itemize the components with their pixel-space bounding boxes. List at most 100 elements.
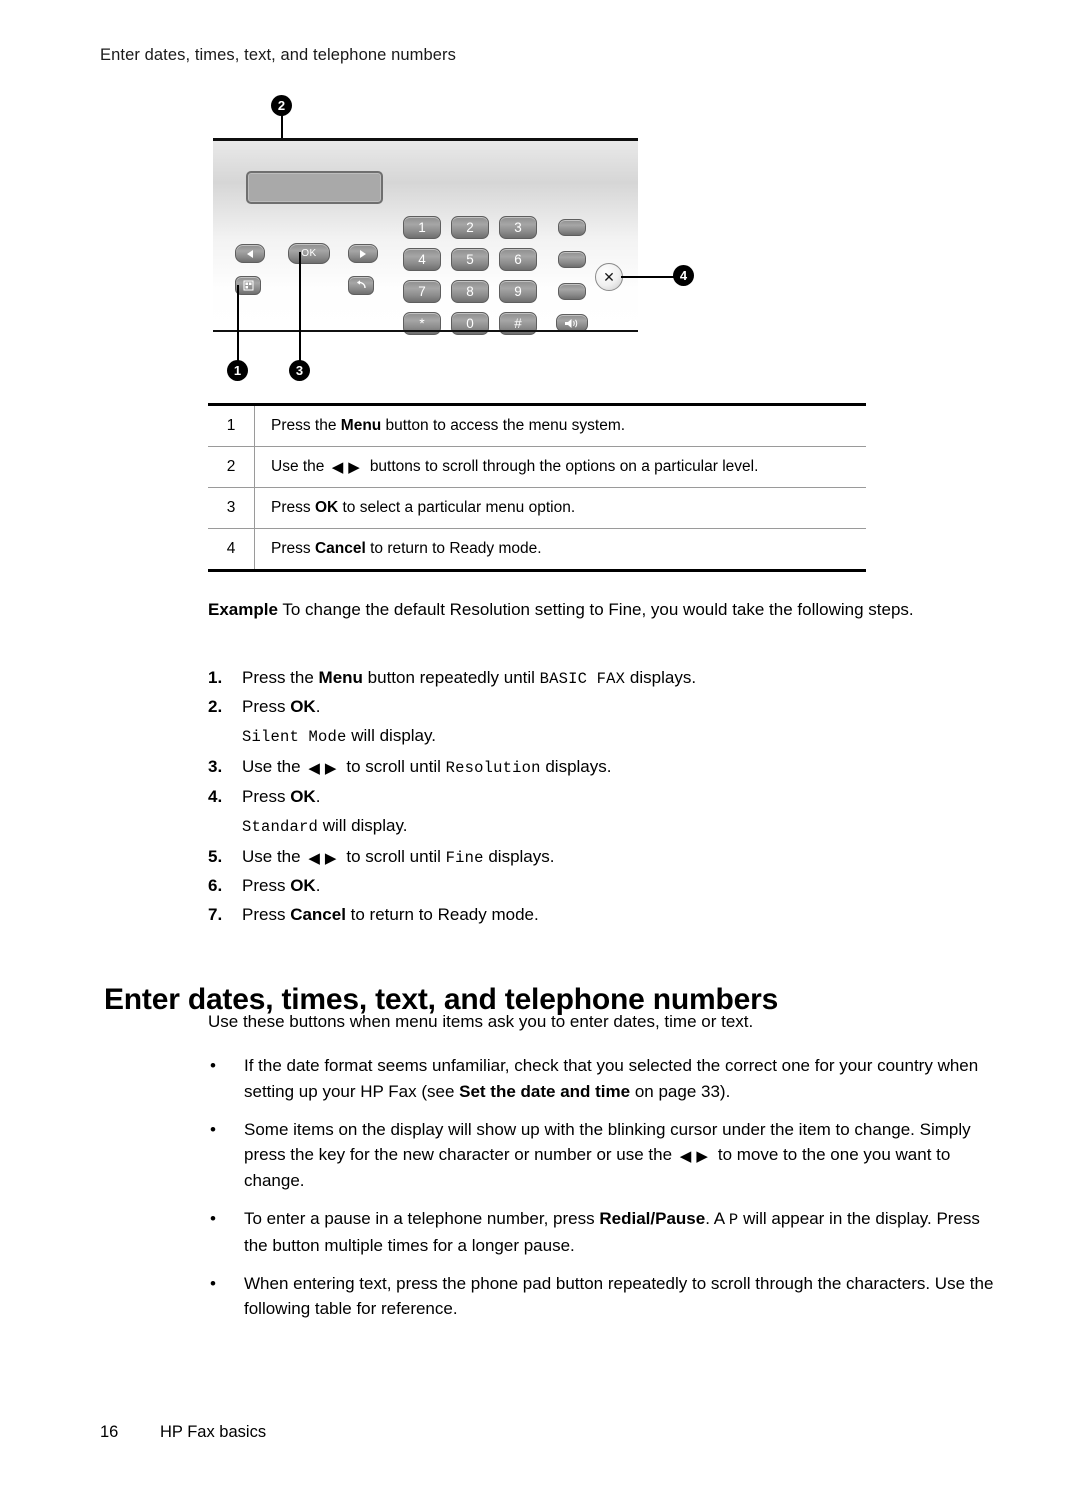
step-text: Use the ◀▶ to scroll until Resolution dis… bbox=[242, 755, 611, 779]
right-arrow-button[interactable] bbox=[348, 244, 378, 263]
keypad-key-1[interactable]: 1 bbox=[403, 216, 441, 239]
table-row: 2 Use the ◀▶ buttons to scroll through th… bbox=[208, 446, 867, 488]
example-text: To change the default Resolution setting… bbox=[277, 600, 914, 619]
control-panel-body: OK 1 2 3 4 5 6 7 8 9 * 0 # bbox=[213, 138, 638, 335]
function-button-1[interactable] bbox=[558, 219, 586, 236]
ok-button[interactable]: OK bbox=[288, 243, 330, 264]
step-number: 3. bbox=[208, 757, 223, 777]
example-paragraph: Example To change the default Resolution… bbox=[208, 598, 938, 622]
footer-section-name: HP Fax basics bbox=[160, 1423, 267, 1441]
row-description: Press the Menu button to access the menu… bbox=[255, 405, 867, 447]
row-description: Press OK to select a particular menu opt… bbox=[255, 488, 867, 529]
step-number: 6. bbox=[208, 875, 223, 895]
example-step: 4. Press OK. bbox=[208, 785, 938, 809]
row-index: 4 bbox=[208, 528, 255, 571]
function-button-3[interactable] bbox=[558, 283, 586, 300]
speaker-icon bbox=[565, 318, 578, 328]
arrow-pair-icon: ◀▶ bbox=[308, 760, 342, 778]
callout-4: 4 bbox=[673, 265, 694, 286]
emphasis-text: Cancel bbox=[290, 905, 346, 924]
emphasis-text: OK bbox=[290, 697, 316, 717]
row-text-post: button to access the menu system. bbox=[381, 417, 626, 434]
row-text-bold: OK bbox=[314, 499, 339, 516]
keypad-key-8[interactable]: 8 bbox=[451, 280, 489, 303]
row-index: 2 bbox=[208, 446, 255, 488]
body-text: . bbox=[315, 697, 321, 717]
close-icon: ✕ bbox=[603, 268, 615, 285]
tips-bullet-list: • If the date format seems unfamiliar, ch… bbox=[208, 1053, 998, 1334]
body-text: To enter a pause in a telephone number, … bbox=[244, 1209, 600, 1229]
right-arrow-icon bbox=[360, 249, 366, 258]
list-item-text: To enter a pause in a telephone number, … bbox=[244, 1206, 998, 1258]
body-text: Press the bbox=[242, 668, 319, 687]
emphasis-text: Redial/Pause bbox=[599, 1209, 706, 1229]
table-body: 1 Press the Menu button to access the me… bbox=[208, 404, 867, 571]
table-row: 3 Press OK to select a particular menu o… bbox=[208, 487, 867, 529]
step-text: Press the Menu button repeatedly until B… bbox=[242, 666, 696, 690]
row-text-post: to return to Ready mode. bbox=[365, 540, 542, 557]
function-button-2[interactable] bbox=[558, 251, 586, 268]
row-index: 1 bbox=[208, 404, 255, 447]
body-text: to scroll until bbox=[346, 846, 446, 866]
emphasis-text: OK bbox=[290, 786, 316, 806]
body-text: Press bbox=[242, 786, 291, 806]
body-text: . A bbox=[705, 1209, 729, 1229]
list-item-text: If the date format seems unfamiliar, che… bbox=[244, 1053, 998, 1105]
step-text: Use the ◀▶ to scroll until Fine displays. bbox=[242, 845, 554, 869]
example-step: 3. Use the ◀▶ to scroll until Resolution d… bbox=[208, 755, 938, 779]
document-page: Enter dates, times, text, and telephone … bbox=[0, 0, 1080, 1495]
control-panel-figure: 2 OK 1 2 3 4 5 6 7 8 9 * 0 # ✕ 4 1 3 bbox=[205, 95, 725, 395]
row-text-pre: Press bbox=[271, 540, 315, 557]
left-arrow-icon bbox=[247, 249, 253, 258]
arrow-pair-icon: ◀▶ bbox=[308, 849, 342, 867]
row-description: Use the ◀▶ buttons to scroll through the … bbox=[255, 447, 867, 488]
step-text: Press OK. bbox=[242, 785, 320, 809]
body-text: will display. bbox=[346, 726, 436, 746]
example-step: 1. Press the Menu button repeatedly until… bbox=[208, 666, 938, 690]
keypad-key-5[interactable]: 5 bbox=[451, 248, 489, 271]
list-item-text: When entering text, press the phone pad … bbox=[244, 1271, 998, 1323]
row-text-pre: Use the bbox=[271, 458, 329, 475]
row-text-bold: Cancel bbox=[314, 540, 366, 557]
leader-line-4 bbox=[621, 276, 681, 278]
leader-line-3 bbox=[299, 252, 301, 365]
footer-page-number: 16 bbox=[100, 1423, 119, 1441]
bullet-icon: • bbox=[210, 1273, 216, 1293]
emphasis-text: Set the date and time bbox=[459, 1081, 631, 1101]
keypad-key-2[interactable]: 2 bbox=[451, 216, 489, 239]
body-text: . bbox=[315, 875, 321, 895]
step-result-text: Silent Mode will display. bbox=[242, 724, 938, 748]
body-text: will display. bbox=[318, 815, 408, 835]
body-text: displays. bbox=[540, 757, 612, 777]
keypad-key-7[interactable]: 7 bbox=[403, 280, 441, 303]
keypad-key-6[interactable]: 6 bbox=[499, 248, 537, 271]
step-number: 7. bbox=[208, 905, 223, 924]
body-text: Press bbox=[242, 875, 291, 895]
back-button[interactable] bbox=[348, 276, 374, 295]
bullet-icon: • bbox=[210, 1209, 216, 1229]
display-text: BASIC FAX bbox=[539, 670, 626, 688]
list-item: • Some items on the display will show up … bbox=[208, 1117, 998, 1194]
table-row: 1 Press the Menu button to access the me… bbox=[208, 404, 867, 447]
row-text-bold: Menu bbox=[340, 417, 382, 434]
lcd-display bbox=[246, 171, 383, 204]
step-text: Press OK. bbox=[242, 695, 320, 719]
step-number: 5. bbox=[208, 846, 223, 866]
body-text: button repeatedly until bbox=[362, 668, 540, 687]
button-reference-table: 1 Press the Menu button to access the me… bbox=[208, 403, 866, 572]
keypad-key-3[interactable]: 3 bbox=[499, 216, 537, 239]
display-text: Fine bbox=[445, 848, 484, 867]
keypad-key-9[interactable]: 9 bbox=[499, 280, 537, 303]
keypad-key-4[interactable]: 4 bbox=[403, 248, 441, 271]
list-item-text: Some items on the display will show up w… bbox=[244, 1117, 998, 1194]
example-step: 6. Press OK. bbox=[208, 874, 938, 898]
callout-1: 1 bbox=[227, 360, 248, 381]
menu-icon bbox=[243, 280, 253, 291]
body-text: on page 33). bbox=[630, 1081, 731, 1101]
example-step: 7. Press Cancel to return to Ready mode. bbox=[208, 903, 938, 927]
left-arrow-button[interactable] bbox=[235, 244, 265, 263]
bullet-icon: • bbox=[210, 1056, 216, 1075]
step-number: 2. bbox=[208, 697, 223, 717]
cancel-button[interactable]: ✕ bbox=[595, 263, 623, 291]
example-steps-list: 1. Press the Menu button repeatedly until… bbox=[208, 666, 938, 932]
